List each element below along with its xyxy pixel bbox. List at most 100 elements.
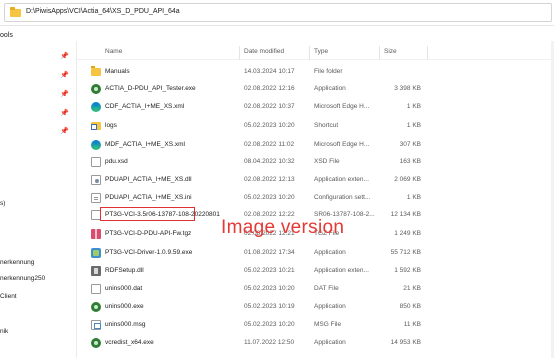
- nav-item[interactable]: nik: [0, 328, 8, 335]
- file-date: 11.07.2022 12:50: [244, 339, 295, 346]
- column-divider[interactable]: [309, 46, 310, 60]
- file-row[interactable]: MDF_ACTIA_I+ME_XS.xml 02.08.2022 11:02 M…: [77, 138, 554, 153]
- file-type: Shortcut: [314, 122, 339, 129]
- file-date: 01.08.2022 17:34: [244, 249, 295, 256]
- nav-item[interactable]: s): [0, 200, 5, 207]
- file-row[interactable]: CDF_ACTIA_I+ME_XS.xml 02.08.2022 10:37 M…: [77, 100, 554, 115]
- file-name: PT3G-VCI-3.5r06-13787-108-20220801: [105, 211, 220, 218]
- file-row[interactable]: PDUAPI_ACTIA_I+ME_XS.dll 02.08.2022 12:1…: [77, 173, 554, 188]
- pin-icon[interactable]: 📌: [60, 53, 69, 61]
- nav-item[interactable]: Client: [0, 293, 17, 300]
- file-row[interactable]: Manuals 14.03.2024 10:17 File folder: [77, 65, 554, 80]
- pin-icon[interactable]: 📌: [60, 110, 69, 118]
- file-date: 02.08.2022 12:16: [244, 85, 295, 92]
- folder-icon: [10, 7, 21, 17]
- file-size: 12 134 KB: [390, 211, 421, 218]
- pin-icon[interactable]: 📌: [60, 72, 69, 80]
- file-name: Manuals: [105, 68, 130, 75]
- file-type: Microsoft Edge H...: [314, 141, 370, 148]
- address-field[interactable]: D:\PiwisApps\VCI\Actia_64\XS_D_PDU_API_6…: [4, 3, 552, 22]
- column-headers: Name Date modified Type Size: [77, 46, 554, 60]
- file-date: 08.04.2022 10:32: [244, 158, 295, 165]
- file-date: 14.03.2024 10:17: [244, 68, 295, 75]
- message-file-icon: [91, 320, 101, 330]
- file-name: CDF_ACTIA_I+ME_XS.xml: [105, 103, 185, 110]
- file-type: Microsoft Edge H...: [314, 103, 370, 110]
- document-icon: [91, 157, 101, 167]
- file-name: unins000.exe: [105, 303, 144, 310]
- file-name: MDF_ACTIA_I+ME_XS.xml: [105, 141, 186, 148]
- file-size: 1 592 KB: [394, 267, 421, 274]
- file-size: 1 KB: [406, 194, 421, 201]
- shortcut-icon: [91, 122, 101, 130]
- file-date: 02.08.2022 12:13: [244, 176, 295, 183]
- nav-item[interactable]: nerkennung: [0, 259, 34, 266]
- file-name: unins000.msg: [105, 321, 146, 328]
- file-date: 05.02.2023 10:19: [244, 303, 295, 310]
- file-date: 05.02.2023 10:20: [244, 194, 295, 201]
- column-divider[interactable]: [379, 46, 380, 60]
- file-type: Application: [314, 249, 346, 256]
- file-type: XSD File: [314, 158, 340, 165]
- file-row[interactable]: unins000.dat 05.02.2023 10:20 DAT File 2…: [77, 282, 554, 297]
- file-size: 1 KB: [406, 122, 421, 129]
- file-row[interactable]: unins000.msg 05.02.2023 10:20 MSG File 1…: [77, 318, 554, 333]
- file-size: 307 KB: [399, 141, 421, 148]
- column-header-type[interactable]: Type: [314, 48, 328, 55]
- navigation-pane: 📌 📌 📌 📌 📌 s) nerkennung nerkennung250 Cl…: [0, 41, 77, 358]
- file-row[interactable]: unins000.exe 05.02.2023 10:19 Applicatio…: [77, 300, 554, 315]
- file-type: Application exten...: [314, 176, 369, 183]
- file-date: 02.08.2022 11:02: [244, 141, 295, 148]
- dll-icon: [91, 266, 101, 276]
- file-size: 1 249 KB: [394, 230, 421, 237]
- address-path[interactable]: D:\PiwisApps\VCI\Actia_64\XS_D_PDU_API_6…: [26, 8, 180, 15]
- column-header-size[interactable]: Size: [384, 48, 397, 55]
- file-row[interactable]: ACTIA_D-PDU_API_Tester.exe 02.08.2022 12…: [77, 82, 554, 97]
- file-type: Application exten...: [314, 267, 369, 274]
- column-header-name[interactable]: Name: [105, 48, 122, 55]
- pin-icon[interactable]: 📌: [60, 91, 69, 99]
- toolbar: ools: [0, 26, 554, 41]
- file-type: Application: [314, 85, 346, 92]
- edge-icon: [91, 102, 101, 112]
- file-name: logs: [105, 122, 117, 129]
- column-divider[interactable]: [239, 46, 240, 60]
- file-row[interactable]: RDFSetup.dll 05.02.2023 10:21 Applicatio…: [77, 264, 554, 279]
- file-size: 3 398 KB: [394, 85, 421, 92]
- file-size: 14 953 KB: [390, 339, 421, 346]
- folder-icon: [91, 66, 101, 76]
- file-name: vcredist_x64.exe: [105, 339, 154, 346]
- address-bar: D:\PiwisApps\VCI\Actia_64\XS_D_PDU_API_6…: [0, 0, 554, 26]
- tools-menu[interactable]: ools: [0, 32, 13, 39]
- archive-icon: [91, 229, 101, 239]
- column-header-date[interactable]: Date modified: [244, 48, 284, 55]
- file-name: pdu.xsd: [105, 158, 128, 165]
- file-name: PDUAPI_ACTIA_I+ME_XS.dll: [105, 176, 192, 183]
- watermark-text: Image version: [221, 217, 345, 238]
- file-row[interactable]: PT3G-VCI-Driver-1.0.9.59.exe 01.08.2022 …: [77, 246, 554, 261]
- column-divider[interactable]: [427, 46, 428, 60]
- file-date: 02.08.2022 10:37: [244, 103, 295, 110]
- file-size: 163 KB: [399, 158, 421, 165]
- file-type: DAT File: [314, 285, 339, 292]
- file-row[interactable]: vcredist_x64.exe 11.07.2022 12:50 Applic…: [77, 336, 554, 351]
- file-date: 05.02.2023 10:20: [244, 321, 295, 328]
- edge-icon: [91, 140, 101, 150]
- file-size: 21 KB: [403, 285, 421, 292]
- exe-icon: [91, 84, 101, 94]
- pin-icon[interactable]: 📌: [60, 128, 69, 136]
- file-size: 850 KB: [399, 303, 421, 310]
- file-name: ACTIA_D-PDU_API_Tester.exe: [105, 85, 196, 92]
- file-type: MSG File: [314, 321, 342, 328]
- file-row[interactable]: pdu.xsd 08.04.2022 10:32 XSD File 163 KB: [77, 155, 554, 170]
- file-size: 11 KB: [403, 321, 421, 328]
- file-name: PT3G-VCI-D-PDU-API-Fw.tgz: [105, 230, 192, 237]
- file-row[interactable]: PDUAPI_ACTIA_I+ME_XS.ini 05.02.2023 10:2…: [77, 191, 554, 206]
- file-type: Application: [314, 303, 346, 310]
- file-row[interactable]: logs 05.02.2023 10:20 Shortcut 1 KB: [77, 119, 554, 134]
- file-type: Configuration sett...: [314, 194, 371, 201]
- file-name: unins000.dat: [105, 285, 143, 292]
- nav-item[interactable]: nerkennung250: [0, 275, 45, 282]
- file-date: 05.02.2023 10:21: [244, 267, 295, 274]
- settings-file-icon: [91, 193, 101, 203]
